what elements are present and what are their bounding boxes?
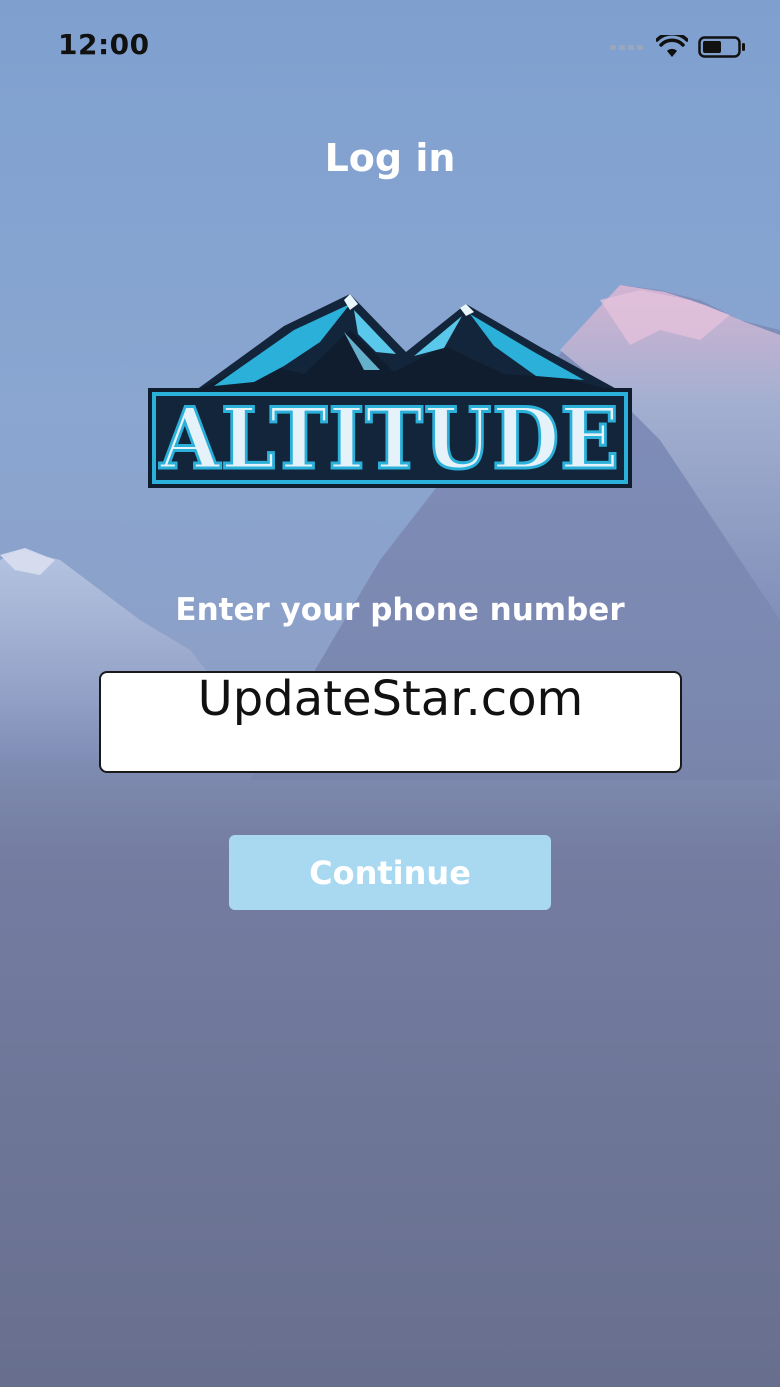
continue-button[interactable]: Continue [229,835,551,910]
login-screen: 12:00 Log in ALTITUDE Enter your phone n… [0,0,780,1387]
status-bar: 12:00 [0,0,780,90]
wifi-icon [656,35,688,57]
svg-text:ALTITUDE: ALTITUDE [159,389,620,488]
signal-icon [610,45,643,50]
phone-number-input[interactable] [99,671,682,773]
status-icons [610,32,746,62]
altitude-logo: ALTITUDE [148,294,632,490]
page-title: Log in [324,136,456,180]
status-time: 12:00 [58,28,150,61]
battery-icon [698,36,745,58]
phone-prompt-label: Enter your phone number [175,592,625,628]
